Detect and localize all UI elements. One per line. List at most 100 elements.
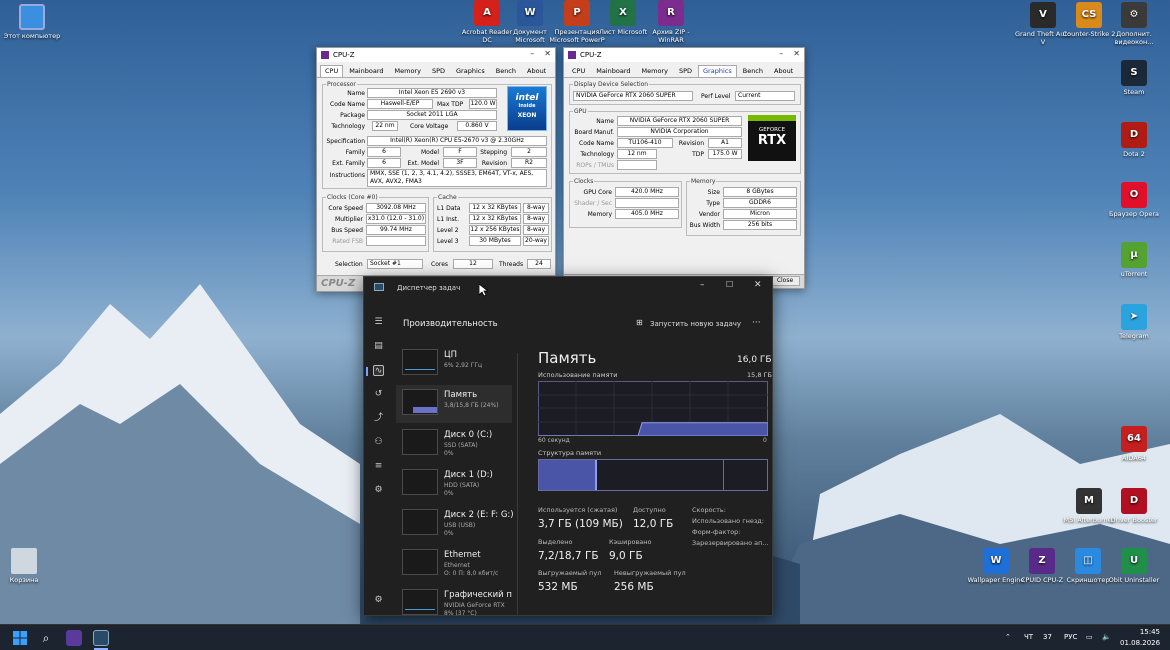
- details-icon[interactable]: ≡: [373, 461, 384, 472]
- tab-about[interactable]: About: [522, 65, 551, 77]
- perf-item[interactable]: Диск 2 (E: F: G:) USB (USB) 0%: [396, 505, 514, 543]
- desktop-shortcut[interactable]: ⚙ Дополнит. видеокон...: [1104, 2, 1164, 46]
- gpu-memory-clock: 405.0 MHz: [615, 209, 679, 219]
- tray-chevron-icon[interactable]: ⌃: [1005, 633, 1011, 641]
- cpuz-title-bar[interactable]: CPU-Z – ✕: [317, 48, 555, 62]
- close-icon[interactable]: ✕: [754, 280, 762, 290]
- desktop-shortcut[interactable]: R Архив ZIP - WinRAR: [641, 0, 701, 44]
- xeon-logo-text: XEON: [517, 112, 537, 119]
- cores-label: Cores: [431, 261, 449, 268]
- tab-spd[interactable]: SPD: [427, 65, 450, 77]
- cpuz-taskbar-icon[interactable]: [66, 630, 82, 646]
- settings-icon[interactable]: ⚙: [373, 595, 384, 606]
- minimize-icon[interactable]: –: [530, 49, 534, 58]
- app-icon: S: [1121, 60, 1147, 86]
- perf-thumbnail: [402, 349, 438, 375]
- cpuz-tabs: CPU Mainboard Memory SPD Graphics Bench About: [317, 62, 555, 78]
- perf-thumbnail: [402, 389, 438, 415]
- start-button[interactable]: [12, 630, 28, 646]
- app-icon: ➤: [1121, 304, 1147, 330]
- volume-icon[interactable]: 🔈: [1102, 633, 1111, 641]
- perf-item-detail: Ethernet: [444, 562, 470, 569]
- desktop-shortcut[interactable]: ➤ Telegram: [1104, 304, 1164, 340]
- perf-item[interactable]: Графический п NVIDIA GeForce RTX 8% (37 °C…: [396, 585, 512, 623]
- tab-about[interactable]: About: [769, 65, 798, 77]
- network-icon[interactable]: ▭: [1086, 633, 1093, 641]
- tab-cpu[interactable]: CPU: [320, 65, 344, 77]
- maximize-icon[interactable]: ☐: [726, 280, 733, 289]
- minimize-icon[interactable]: –: [700, 280, 705, 290]
- device-select[interactable]: NVIDIA GeForce RTX 2060 SUPER: [573, 91, 693, 101]
- minimize-icon[interactable]: –: [779, 49, 783, 58]
- clock-date[interactable]: 01.08.2026: [1120, 639, 1160, 647]
- tdp-value: 120.0 W: [469, 99, 497, 109]
- app-history-icon[interactable]: ↺: [373, 389, 384, 400]
- tab-spd[interactable]: SPD: [674, 65, 697, 77]
- shader-value: [615, 198, 679, 208]
- services-icon[interactable]: ⚙: [373, 485, 384, 496]
- reserved-label: Зарезервировано ап...: [692, 539, 769, 547]
- tab-graphics[interactable]: Graphics: [451, 65, 490, 77]
- speed-label: Скорость:: [692, 506, 726, 514]
- perf-level-select[interactable]: Current: [735, 91, 795, 101]
- socket-select[interactable]: Socket #1: [367, 259, 423, 269]
- perf-item[interactable]: ЦП 6% 2,92 ГГц: [396, 345, 512, 383]
- desktop-shortcut[interactable]: D Dota 2: [1104, 122, 1164, 158]
- users-icon[interactable]: ⚇: [373, 437, 384, 448]
- clock-time[interactable]: 15:45: [1128, 628, 1160, 636]
- desktop-shortcut[interactable]: 64 AIDA64: [1104, 426, 1164, 462]
- search-icon[interactable]: ⌕: [38, 630, 54, 646]
- task-manager-window[interactable]: Диспетчер задач – ☐ ✕ ☰ ▤ ∿ ↺ ⤴ ⚇ ≡ ⚙ ⚙ …: [363, 276, 774, 617]
- desktop-shortcut[interactable]: D Driver Booster: [1104, 488, 1164, 524]
- available-value: 12,0 ГБ: [633, 518, 674, 530]
- mem-vendor-label: Vendor: [698, 211, 720, 218]
- tab-memory[interactable]: Memory: [637, 65, 673, 77]
- more-options-icon[interactable]: ···: [752, 318, 761, 328]
- perf-item[interactable]: Диск 1 (D:) HDD (SATA) 0%: [396, 465, 512, 503]
- desktop-computer[interactable]: Этот компьютер: [2, 4, 62, 40]
- in-use-value: 3,7 ГБ (109 МБ): [538, 518, 623, 530]
- processes-icon[interactable]: ▤: [373, 341, 384, 352]
- app-icon: U: [1121, 548, 1147, 574]
- tray-number: 37: [1043, 633, 1052, 641]
- startup-apps-icon[interactable]: ⤴: [373, 413, 384, 424]
- perf-item[interactable]: Память 3,8/15,8 ГБ (24%): [396, 385, 512, 423]
- desktop-icon-label: Obit Uninstaller: [1108, 576, 1160, 584]
- desktop-shortcut[interactable]: U Obit Uninstaller: [1104, 548, 1164, 584]
- instructions: MMX, SSE (1, 2, 3, 4.1, 4.2), SSSE3, EM6…: [367, 169, 547, 187]
- cpuz-graphics-window[interactable]: CPU-Z – ✕ CPU Mainboard Memory SPD Graphics Ben…: [563, 47, 805, 289]
- committed-label: Выделено: [538, 538, 573, 546]
- perf-item[interactable]: Диск 0 (C:) SSD (SATA) 0%: [396, 425, 512, 463]
- run-task-icon[interactable]: ⊞: [636, 318, 643, 327]
- tab-graphics[interactable]: Graphics: [698, 65, 737, 77]
- task-manager-taskbar-icon[interactable]: [93, 630, 109, 646]
- perf-item-usage: 0%: [444, 530, 454, 537]
- hamburger-menu-icon[interactable]: ☰: [373, 317, 384, 328]
- close-icon[interactable]: ✕: [793, 49, 800, 58]
- desktop-shortcut[interactable]: S Steam: [1104, 60, 1164, 96]
- model: F: [443, 147, 477, 157]
- perf-item[interactable]: Ethernet Ethernet О: 0 П: 8,0 кбит/с: [396, 545, 512, 583]
- tab-cpu[interactable]: CPU: [567, 65, 590, 77]
- cpuz-cpu-window[interactable]: CPU-Z – ✕ CPU Mainboard Memory SPD Graphics Ben…: [316, 47, 556, 292]
- tab-mainboard[interactable]: Mainboard: [344, 65, 388, 77]
- task-manager-title-bar[interactable]: Диспетчер задач – ☐ ✕: [364, 277, 774, 297]
- desktop-shortcut[interactable]: O Браузер Opera: [1104, 182, 1164, 218]
- close-button[interactable]: Close: [770, 276, 800, 286]
- desktop-shortcut[interactable]: µ uTorrent: [1104, 242, 1164, 278]
- available-label: Доступно: [633, 506, 666, 514]
- tab-memory[interactable]: Memory: [390, 65, 426, 77]
- tab-bench[interactable]: Bench: [738, 65, 768, 77]
- app-icon: R: [658, 0, 684, 26]
- run-new-task-button[interactable]: Запустить новую задачу: [650, 320, 741, 328]
- family-label: Family: [345, 149, 365, 156]
- specification-label: Specification: [326, 138, 365, 145]
- desktop-recycle-bin[interactable]: Корзина: [0, 548, 54, 584]
- cpuz-title-bar[interactable]: CPU-Z – ✕: [564, 48, 804, 62]
- close-icon[interactable]: ✕: [544, 49, 551, 58]
- performance-icon[interactable]: ∿: [373, 365, 384, 376]
- language-indicator[interactable]: РУС: [1064, 633, 1077, 641]
- tab-bench[interactable]: Bench: [491, 65, 521, 77]
- tab-mainboard[interactable]: Mainboard: [591, 65, 635, 77]
- app-icon: µ: [1121, 242, 1147, 268]
